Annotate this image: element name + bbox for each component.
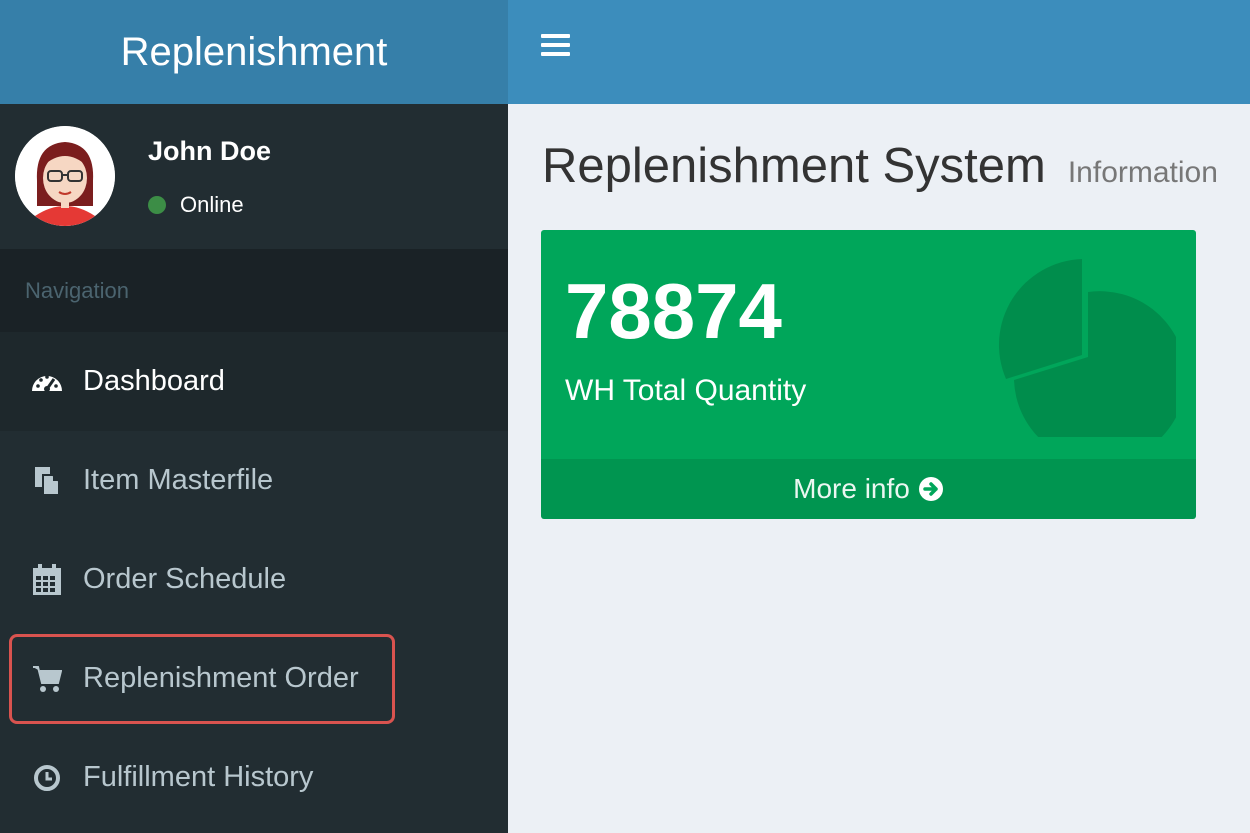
clock-icon (30, 761, 64, 795)
dashboard-icon (30, 365, 64, 399)
sidebar-item-label: Replenishment Order (83, 662, 359, 694)
more-info-label: More info (793, 473, 910, 504)
sidebar-item-fulfillment-history[interactable]: Fulfillment History (0, 728, 508, 827)
logo-text: Replenishment (120, 29, 388, 74)
sidebar-item-item-masterfile[interactable]: Item Masterfile (0, 431, 508, 530)
app-logo[interactable]: Replenishment (0, 0, 508, 104)
files-icon (30, 464, 64, 498)
user-name: John Doe (148, 136, 272, 166)
online-status-icon (148, 196, 166, 214)
content-header: Replenishment System Information (542, 138, 1218, 194)
app-root: Replenishment John Doe Online Navigation… (0, 0, 1250, 833)
stat-box-wh-total-quantity: 78874 WH Total Quantity More info (541, 230, 1196, 519)
user-status-label: Online (180, 192, 244, 217)
sidebar-item-order-schedule[interactable]: Order Schedule (0, 530, 508, 629)
sidebar-item-label: Fulfillment History (83, 761, 314, 793)
hamburger-menu-icon[interactable] (541, 34, 570, 58)
page-subtitle: Information (1067, 156, 1218, 189)
sidebar: John Doe Online Navigation Dashboard Ite… (0, 104, 508, 833)
page-title: Replenishment System (542, 139, 1046, 193)
arrow-circle-right-icon (918, 476, 944, 502)
more-info-link[interactable]: More info (541, 459, 1196, 519)
sidebar-item-replenishment-order[interactable]: Replenishment Order (0, 629, 508, 728)
user-panel: John Doe Online (0, 104, 508, 249)
cart-icon (30, 662, 64, 696)
nav-section-header: Navigation (0, 249, 508, 332)
stat-value: 78874 (565, 267, 782, 355)
sidebar-item-dashboard[interactable]: Dashboard (0, 332, 508, 431)
calendar-icon (30, 563, 64, 597)
avatar (15, 126, 115, 226)
stat-label: WH Total Quantity (565, 374, 807, 407)
pie-chart-icon (996, 257, 1186, 464)
sidebar-item-label: Order Schedule (83, 563, 287, 595)
user-status: Online (148, 192, 244, 218)
sidebar-item-label: Dashboard (83, 365, 225, 397)
sidebar-item-label: Item Masterfile (83, 464, 274, 496)
top-navbar (508, 0, 1250, 104)
